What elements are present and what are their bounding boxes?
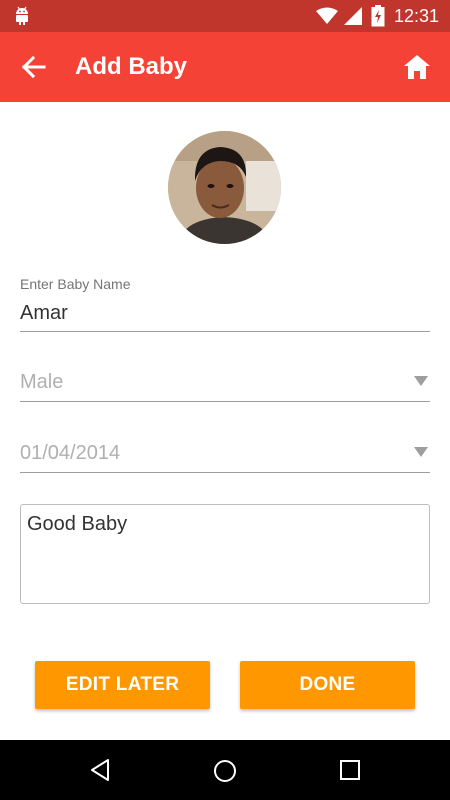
system-nav-bar (0, 740, 450, 800)
signal-icon (344, 7, 362, 25)
wifi-icon (316, 7, 338, 24)
notes-textarea[interactable]: Good Baby (20, 504, 430, 604)
app-bar: Add Baby (0, 32, 450, 102)
chevron-down-icon (414, 376, 428, 386)
done-button[interactable]: DONE (240, 661, 415, 709)
baby-name-input[interactable] (20, 296, 430, 332)
home-circle-icon[interactable] (212, 758, 238, 784)
baby-name-label: Enter Baby Name (20, 276, 131, 292)
birthdate-value: 01/04/2014 (20, 442, 121, 464)
page-title: Add Baby (75, 53, 188, 80)
avatar-portrait-image (168, 131, 281, 244)
chevron-down-icon (414, 447, 428, 457)
recents-square-icon[interactable] (339, 759, 361, 781)
birthdate-dropdown[interactable]: 01/04/2014 (20, 437, 430, 473)
android-icon (16, 6, 28, 25)
baby-photo-avatar[interactable] (168, 131, 281, 244)
gender-dropdown[interactable]: Male (20, 366, 430, 402)
edit-later-button[interactable]: EDIT LATER (35, 661, 210, 709)
battery-icon (371, 5, 385, 27)
gender-value: Male (20, 371, 64, 393)
status-bar: 12:31 (0, 0, 450, 32)
home-icon[interactable] (402, 52, 432, 82)
status-clock: 12:31 (394, 6, 440, 26)
arrow-left-icon[interactable] (18, 53, 50, 81)
back-triangle-icon[interactable] (88, 758, 112, 782)
